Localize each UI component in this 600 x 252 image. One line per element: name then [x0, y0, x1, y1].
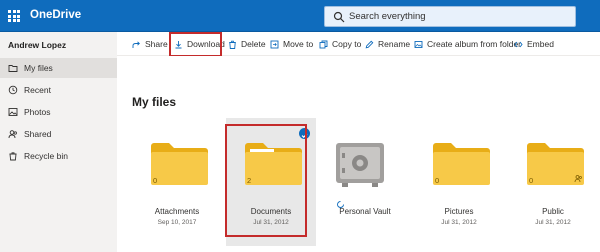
top-bar: OneDrive Search everything	[0, 0, 600, 32]
shared-people-icon	[574, 175, 582, 183]
share-button[interactable]: Share	[132, 32, 168, 56]
file-date: Jul 31, 2012	[535, 219, 571, 226]
file-date: Jul 31, 2012	[441, 219, 477, 226]
file-tile-pictures[interactable]: 0 Pictures Jul 31, 2012	[414, 118, 504, 246]
folder-icon	[8, 65, 18, 72]
sidebar: Andrew Lopez My files Recent Photos Shar…	[0, 32, 117, 252]
file-name: Public	[542, 207, 564, 216]
app-title[interactable]: OneDrive	[30, 9, 81, 21]
move-to-button[interactable]: Move to	[270, 32, 313, 56]
folder-icon	[151, 143, 208, 185]
embed-label: Embed	[527, 39, 554, 49]
share-label: Share	[145, 39, 168, 49]
vault-icon	[336, 143, 384, 187]
item-count: 0	[529, 176, 534, 185]
share-icon	[132, 40, 140, 48]
search-box[interactable]: Search everything	[324, 6, 576, 27]
file-date: Sep 10, 2017	[157, 219, 197, 226]
sidebar-item-label: Shared	[24, 129, 52, 139]
delete-button[interactable]: Delete	[228, 32, 266, 56]
sidebar-item-recent[interactable]: Recent	[0, 80, 117, 100]
documents-highlight-box	[225, 124, 307, 237]
sidebar-item-shared[interactable]: Shared	[0, 124, 117, 144]
item-count: 0	[435, 176, 440, 185]
sidebar-item-label: My files	[24, 63, 53, 73]
image-icon	[8, 108, 18, 116]
sidebar-item-photos[interactable]: Photos	[0, 102, 117, 122]
item-count: 0	[153, 176, 158, 185]
move-icon	[270, 40, 279, 48]
file-name: Attachments	[154, 207, 200, 216]
move-to-label: Move to	[283, 39, 314, 49]
user-name: Andrew Lopez	[8, 40, 67, 50]
folder-icon	[433, 143, 490, 185]
trash-icon	[9, 152, 17, 161]
trash-icon	[229, 40, 236, 49]
sidebar-item-label: Recycle bin	[24, 151, 68, 161]
sidebar-item-my-files[interactable]: My files	[0, 58, 117, 78]
file-tile-public[interactable]: 0 Public Jul 31, 2012	[508, 118, 598, 246]
main-content: My files 0 Attachments Sep 10, 2017 2 Do…	[117, 56, 600, 252]
copy-icon	[319, 40, 328, 48]
rename-label: Rename	[378, 39, 411, 49]
album-icon	[414, 40, 423, 48]
clock-icon	[8, 85, 18, 95]
file-tile-personal-vault[interactable]: Personal Vault	[320, 118, 410, 246]
sidebar-item-label: Photos	[24, 107, 51, 117]
create-album-button[interactable]: Create album from folder	[414, 32, 521, 56]
copy-to-button[interactable]: Copy to	[319, 32, 361, 56]
sidebar-item-recycle-bin[interactable]: Recycle bin	[0, 146, 117, 166]
page-title: My files	[132, 95, 177, 109]
create-album-label: Create album from folder	[427, 39, 522, 49]
rename-button[interactable]: Rename	[365, 32, 410, 56]
app-launcher-icon[interactable]	[8, 10, 20, 22]
file-name: Pictures	[444, 207, 474, 216]
search-input[interactable]: Search everything	[349, 11, 426, 22]
people-icon	[8, 130, 17, 139]
copy-to-label: Copy to	[332, 39, 362, 49]
embed-button[interactable]: Embed	[514, 32, 554, 56]
pencil-icon	[365, 40, 374, 48]
file-tile-attachments[interactable]: 0 Attachments Sep 10, 2017	[132, 118, 222, 246]
download-highlight-box	[169, 32, 222, 57]
sidebar-item-label: Recent	[24, 85, 51, 95]
file-name: Personal Vault	[339, 207, 391, 216]
delete-label: Delete	[241, 39, 266, 49]
code-icon	[514, 41, 523, 47]
search-icon	[333, 11, 345, 23]
